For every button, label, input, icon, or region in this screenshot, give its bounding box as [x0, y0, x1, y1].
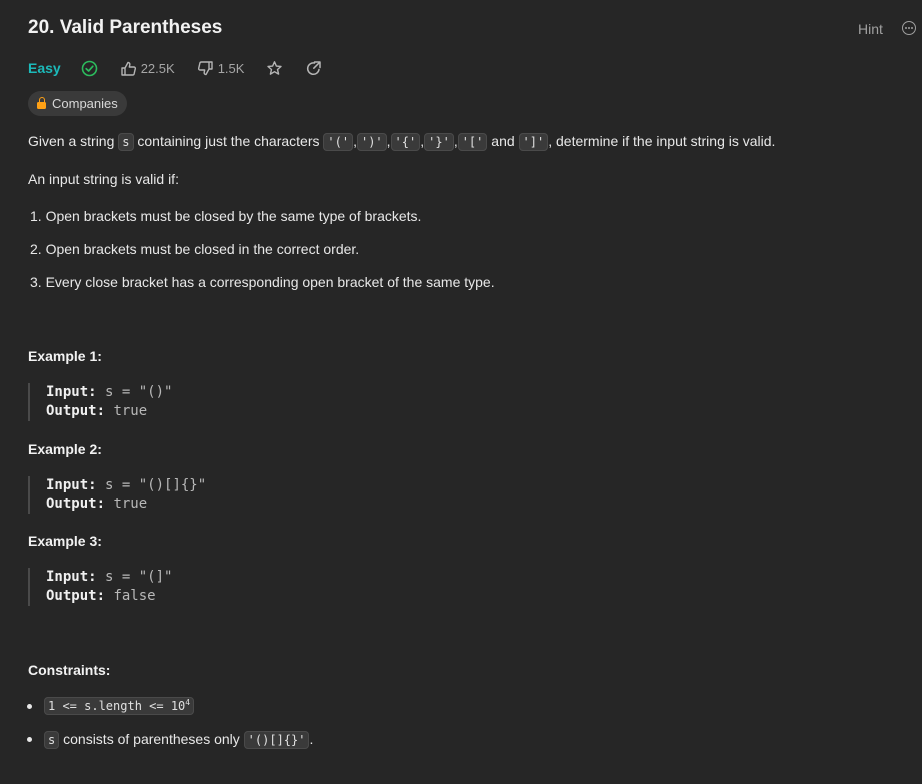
- dislike-button[interactable]: 1.5K: [197, 60, 245, 77]
- dislikes-count: 1.5K: [217, 60, 245, 76]
- share-icon[interactable]: [305, 60, 322, 77]
- inline-code: s: [44, 731, 60, 749]
- thumbs-up-icon: [120, 60, 137, 77]
- example-block: Input: s = "()[]{}" Output: true: [28, 476, 246, 514]
- output-value: true: [113, 496, 148, 512]
- example-title: Example 2:: [28, 441, 102, 457]
- desc-text: , determine if the input string is valid…: [548, 133, 776, 149]
- constraint-item: s consists of parentheses only '()[]{}'.: [44, 731, 314, 749]
- constraints-title: Constraints:: [28, 662, 111, 678]
- inline-code: ']': [518, 133, 549, 151]
- constraint-item: 1 <= s.length <= 104: [44, 697, 195, 715]
- thumbs-down-icon: [197, 60, 214, 77]
- constraint-text: consists of parentheses only: [63, 731, 240, 747]
- description-paragraph: Given a string s containing just the cha…: [28, 133, 776, 151]
- example-title: Example 1:: [28, 348, 102, 364]
- companies-label: Companies: [52, 96, 118, 111]
- rule-item: 2. Open brackets must be closed in the c…: [30, 241, 360, 257]
- input-value: s = "()": [105, 384, 173, 400]
- problem-title: 20. Valid Parentheses: [28, 17, 223, 38]
- output-value: false: [113, 588, 156, 604]
- inline-code: '{': [390, 133, 421, 151]
- desc-text: and: [491, 133, 515, 149]
- companies-tag[interactable]: Companies: [28, 91, 127, 116]
- inline-code: 1 <= s.length <= 104: [44, 697, 195, 715]
- rule-item: 3. Every close bracket has a correspondi…: [30, 274, 495, 290]
- example-title: Example 3:: [28, 533, 102, 549]
- example-block: Input: s = "()" Output: true: [28, 383, 246, 421]
- inline-code: '[': [457, 133, 488, 151]
- input-value: s = "(]": [105, 569, 173, 585]
- lock-icon: [37, 96, 46, 109]
- example-block: Input: s = "(]" Output: false: [28, 568, 246, 606]
- exponent: 4: [185, 698, 191, 707]
- star-icon[interactable]: [266, 60, 283, 77]
- output-value: true: [113, 403, 148, 419]
- output-label: Output:: [46, 588, 106, 604]
- inline-code: '(': [323, 133, 354, 151]
- input-label: Input:: [46, 384, 97, 400]
- bullet: [27, 704, 32, 709]
- like-button[interactable]: 22.5K: [120, 60, 175, 77]
- input-label: Input:: [46, 569, 97, 585]
- inline-code: s: [118, 133, 134, 151]
- input-value: s = "()[]{}": [105, 477, 207, 493]
- difficulty-badge: Easy: [28, 60, 61, 76]
- check-circle-icon: [81, 60, 98, 77]
- output-label: Output:: [46, 403, 106, 419]
- desc-text: containing just the characters: [137, 133, 320, 149]
- inline-code: ')': [356, 133, 387, 151]
- inline-code: '()[]{}': [243, 731, 310, 749]
- desc-text: Given a string: [28, 133, 115, 149]
- output-label: Output:: [46, 496, 106, 512]
- meta-row: Easy 22.5K 1.5K: [28, 58, 322, 78]
- more-icon[interactable]: [902, 21, 916, 35]
- bullet: [27, 737, 32, 742]
- constraint-end: .: [309, 731, 314, 747]
- inline-code: '}': [424, 133, 454, 151]
- hint-button[interactable]: Hint: [858, 21, 883, 37]
- validity-intro: An input string is valid if:: [28, 171, 179, 187]
- likes-count: 22.5K: [140, 60, 175, 76]
- rule-item: 1. Open brackets must be closed by the s…: [30, 208, 422, 224]
- input-label: Input:: [46, 477, 97, 493]
- constraint-code: 1 <= s.length <= 10: [48, 699, 186, 713]
